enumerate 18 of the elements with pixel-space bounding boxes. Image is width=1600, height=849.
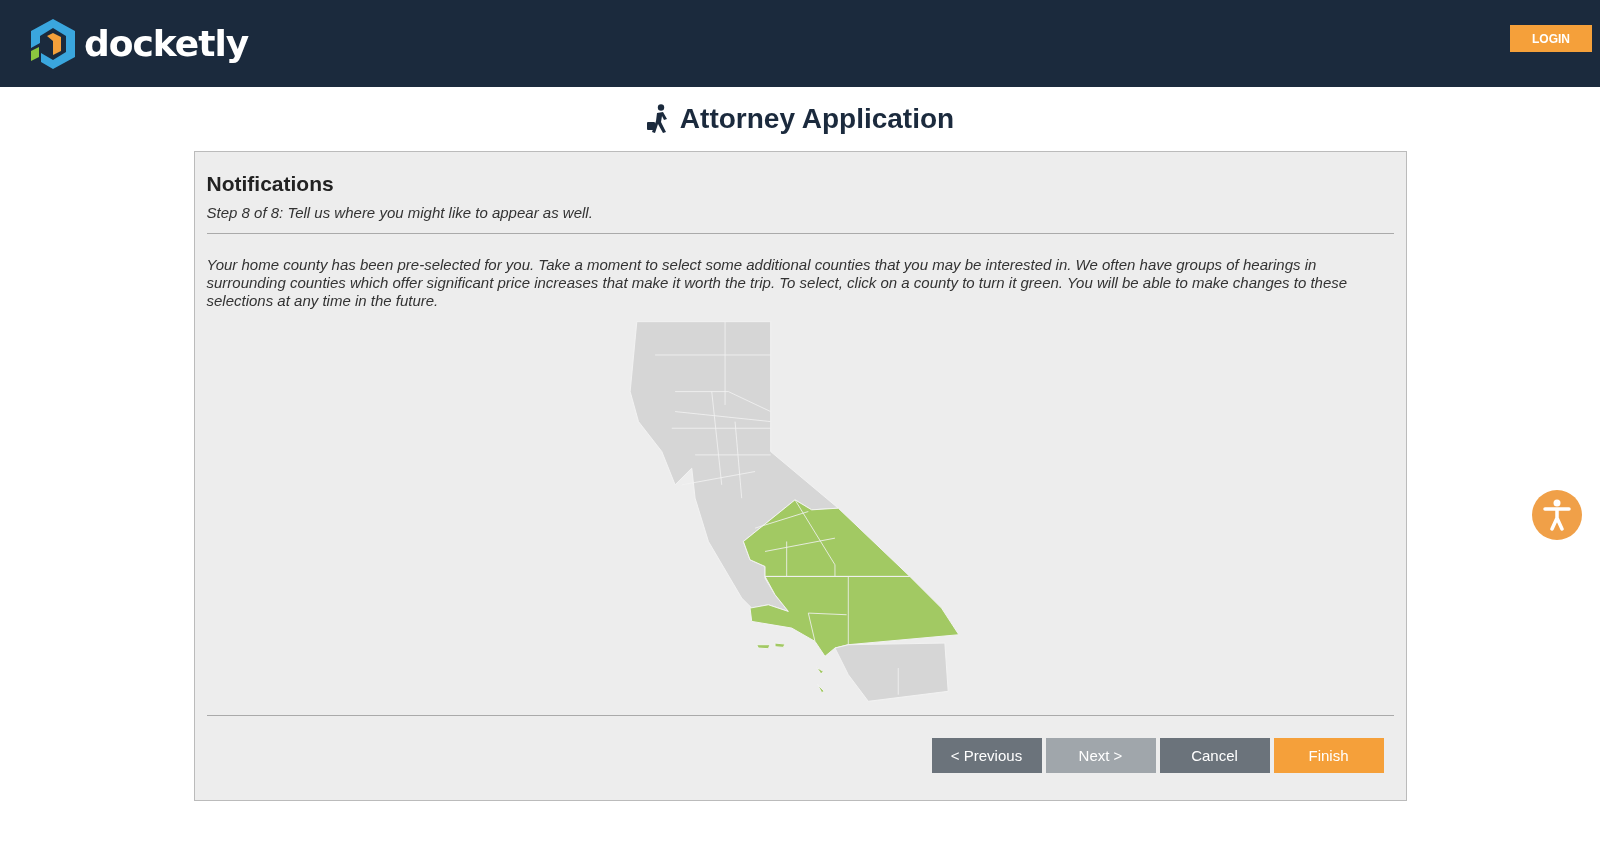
county-region[interactable] (629, 321, 839, 612)
accessibility-icon (1543, 499, 1571, 531)
instructions-text: Your home county has been pre-selected for you. Take a moment to select some additional counties that you may be interested in. We often have groups of hearings in surrounding counties which offer significant price increases that make it worth the trip. To select, click on a county to turn it green. You will be able to make changes to these selections at any time in the future. (206, 256, 1349, 310)
step-subtitle: Step 8 of 8: Tell us where you might like to appear as well. (206, 204, 594, 221)
nav-button[interactable]: < Previous (931, 738, 1042, 773)
login-button[interactable]: LOGIN (1510, 25, 1592, 52)
logo-text: docketly (84, 23, 249, 64)
logo-icon (28, 16, 78, 71)
accessibility-button[interactable] (1532, 490, 1582, 540)
nav-button[interactable]: Cancel (1159, 738, 1270, 773)
finish-button[interactable]: Finish (1273, 738, 1384, 773)
person-with-briefcase-icon (645, 104, 670, 134)
county-region[interactable] (756, 642, 825, 694)
page-title: Attorney Application (679, 103, 955, 135)
county-region[interactable] (834, 642, 949, 702)
step-heading: Notifications (206, 172, 335, 196)
county-region[interactable] (749, 575, 960, 657)
county-region[interactable] (742, 499, 911, 577)
